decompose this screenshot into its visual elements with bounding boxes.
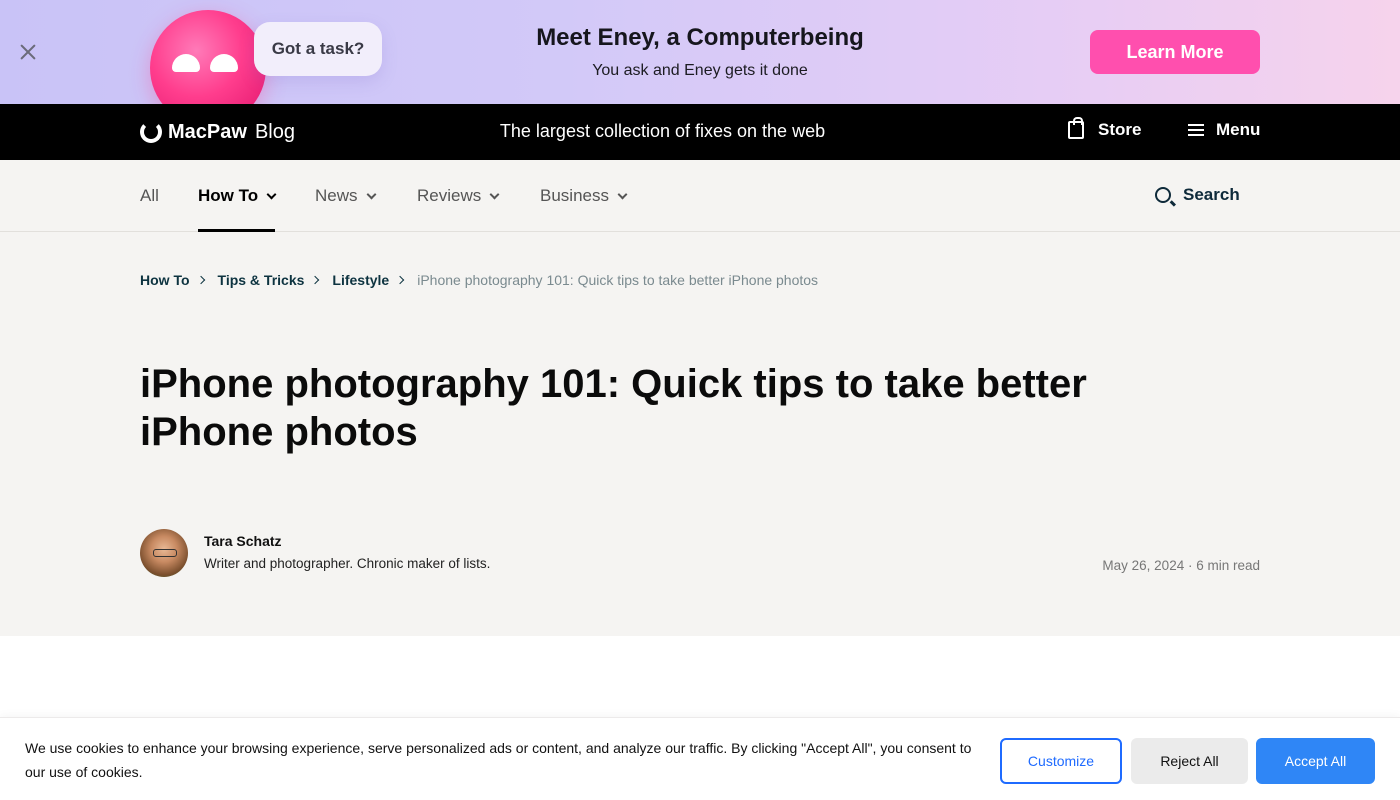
search-icon [1155, 187, 1171, 203]
search-label: Search [1183, 185, 1240, 204]
mascot-eye-left [172, 54, 200, 72]
chevron-right-icon [395, 275, 405, 285]
search-button[interactable]: Search [1155, 185, 1240, 205]
accept-all-button[interactable]: Accept All [1256, 738, 1375, 784]
tab-business[interactable]: Business [540, 186, 628, 206]
chevron-down-icon [489, 189, 500, 199]
chevron-down-icon [366, 189, 376, 199]
store-link[interactable]: Store [1068, 117, 1142, 140]
cookie-text: We use cookies to enhance your browsing … [25, 740, 972, 780]
menu-button[interactable]: Menu [1188, 120, 1260, 140]
chevron-down-icon [617, 189, 628, 199]
tab-label: Business [540, 186, 609, 205]
store-label: Store [1098, 120, 1142, 139]
tab-label: News [315, 186, 358, 205]
tab-reviews[interactable]: Reviews [417, 186, 500, 206]
breadcrumb-current: iPhone photography 101: Quick tips to ta… [417, 272, 819, 288]
tab-label: How To [198, 186, 259, 205]
chevron-down-icon [266, 189, 277, 199]
tab-label: Reviews [417, 186, 482, 205]
hamburger-icon [1188, 123, 1204, 137]
promo-banner: Got a task? Meet Eney, a Computerbeing Y… [0, 0, 1400, 104]
author-name[interactable]: Tara Schatz [204, 533, 282, 549]
page-title: iPhone photography 101: Quick tips to ta… [140, 362, 1087, 454]
learn-more-button[interactable]: Learn More [1090, 30, 1260, 74]
tab-how-to[interactable]: How To [198, 186, 277, 206]
menu-label: Menu [1216, 120, 1261, 139]
site-header: MacPaw Blog The largest collection of fi… [0, 104, 1400, 160]
breadcrumb-how-to[interactable]: How To [140, 272, 190, 288]
shopping-bag-icon [1068, 117, 1084, 139]
article-hero: How To Tips & Tricks Lifestyle iPhone ph… [0, 232, 1400, 636]
avatar[interactable] [140, 529, 188, 577]
breadcrumb: How To Tips & Tricks Lifestyle iPhone ph… [140, 272, 818, 288]
category-nav: All How To News Reviews Business Search [0, 160, 1400, 232]
promo-title: Meet Eney, a Computerbeing [536, 24, 864, 51]
logo-text: MacPaw [168, 120, 247, 143]
promo-subtitle: You ask and Eney gets it done [592, 62, 808, 79]
macpaw-blog-logo[interactable]: MacPaw Blog [140, 120, 295, 144]
customize-button[interactable]: Customize [1000, 738, 1122, 784]
header-tagline: The largest collection of fixes on the w… [499, 121, 826, 141]
reject-all-button[interactable]: Reject All [1131, 738, 1248, 784]
close-icon[interactable] [16, 40, 40, 64]
breadcrumb-lifestyle[interactable]: Lifestyle [332, 272, 389, 288]
logo-suffix: Blog [254, 120, 295, 143]
speech-bubble: Got a task? [254, 22, 382, 76]
tab-news[interactable]: News [315, 186, 376, 206]
chevron-right-icon [311, 275, 320, 285]
tab-label: All [140, 186, 159, 205]
chevron-right-icon [196, 275, 205, 285]
macpaw-logo-icon [140, 121, 162, 143]
eney-mascot-icon [150, 10, 266, 104]
article-meta: May 26, 2024 · 6 min read [1102, 558, 1260, 573]
cookie-banner: We use cookies to enhance your browsing … [0, 717, 1400, 800]
breadcrumb-tips-tricks[interactable]: Tips & Tricks [218, 272, 305, 288]
author-bio: Writer and photographer. Chronic maker o… [204, 556, 491, 571]
tab-all[interactable]: All [140, 186, 159, 206]
mascot-eye-right [210, 54, 238, 72]
